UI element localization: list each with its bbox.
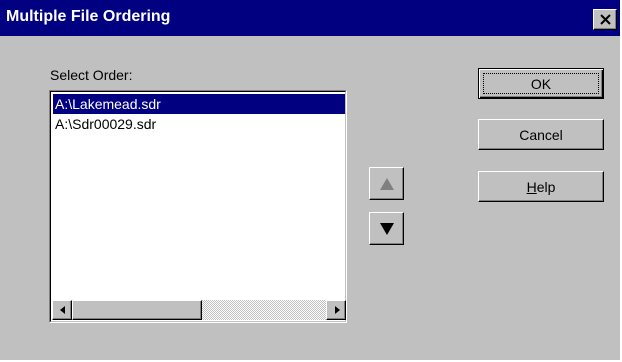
title-bar: Multiple File Ordering	[0, 0, 620, 36]
help-button-label: Help	[527, 179, 556, 195]
move-down-button[interactable]	[369, 212, 404, 245]
horizontal-scrollbar[interactable]	[52, 300, 346, 320]
help-label-rest: elp	[536, 178, 556, 195]
triangle-up-icon	[380, 178, 394, 190]
ok-button[interactable]: OK	[478, 68, 604, 99]
file-order-listbox[interactable]: A:\Lakemead.sdr A:\Sdr00029.sdr	[49, 90, 347, 323]
scroll-left-button[interactable]	[52, 300, 72, 320]
window-title: Multiple File Ordering	[6, 8, 171, 25]
close-button[interactable]	[593, 9, 617, 30]
arrow-right-icon	[335, 306, 340, 314]
move-up-button[interactable]	[369, 167, 404, 200]
arrow-left-icon	[60, 306, 65, 314]
multiple-file-ordering-dialog: Multiple File Ordering Select Order: A:\…	[0, 0, 622, 362]
close-icon	[600, 14, 611, 25]
list-item[interactable]: A:\Lakemead.sdr	[53, 94, 345, 114]
triangle-down-icon	[380, 223, 394, 235]
list-item[interactable]: A:\Sdr00029.sdr	[53, 114, 345, 134]
scroll-thumb[interactable]	[72, 300, 202, 320]
help-mnemonic: H	[526, 178, 537, 195]
help-button[interactable]: Help	[478, 171, 604, 202]
cancel-button-label: Cancel	[519, 126, 563, 143]
select-order-label: Select Order:	[50, 67, 133, 83]
cancel-button[interactable]: Cancel	[478, 119, 604, 150]
scroll-right-button[interactable]	[326, 300, 346, 320]
ok-button-label: OK	[530, 75, 552, 92]
